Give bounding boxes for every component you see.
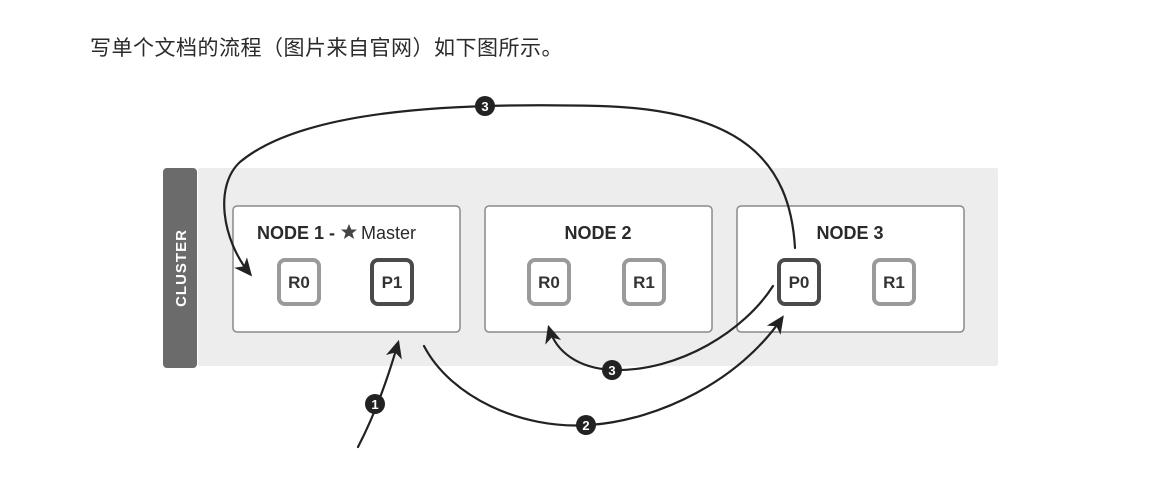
step-badge-2-label: 2: [582, 418, 589, 433]
node-2-shard-r0-label: R0: [538, 273, 560, 292]
node-2-shard-r1-label: R1: [633, 273, 655, 292]
node-1-master-label: Master: [361, 223, 416, 243]
write-flow-diagram: CLUSTER NODE 1 - Master R0 P1 NODE 2 R0 …: [163, 96, 998, 449]
node-2: NODE 2 R0 R1: [484, 205, 713, 333]
cluster-label: CLUSTER: [173, 229, 190, 307]
step-badge-1: 1: [365, 394, 385, 414]
node-3: NODE 3 P0 R1: [736, 205, 965, 333]
node-1-title: NODE 1 -: [257, 223, 335, 243]
node-3-shard-p0: P0: [777, 258, 821, 306]
step-badge-3-top: 3: [475, 96, 495, 116]
node-1: NODE 1 - Master R0 P1: [232, 205, 461, 333]
node-3-shard-r1: R1: [872, 258, 916, 306]
step-badge-3-top-label: 3: [481, 99, 488, 114]
step-badge-2: 2: [576, 415, 596, 435]
node-1-shard-p1: P1: [370, 258, 414, 306]
node-3-shard-p0-label: P0: [789, 273, 810, 292]
node-3-title: NODE 3: [816, 223, 883, 243]
node-2-title: NODE 2: [564, 223, 631, 243]
node-1-shard-p1-label: P1: [382, 273, 403, 292]
node-1-shard-r0-label: R0: [288, 273, 310, 292]
cluster-bar: CLUSTER: [163, 168, 197, 368]
node-2-shard-r1: R1: [622, 258, 666, 306]
node-3-shard-r1-label: R1: [883, 273, 905, 292]
step-badge-3-lower: 3: [602, 360, 622, 380]
step-badge-1-label: 1: [371, 397, 378, 412]
node-1-shard-r0: R0: [277, 258, 321, 306]
step-badge-3-lower-label: 3: [608, 363, 615, 378]
node-2-shard-r0: R0: [527, 258, 571, 306]
